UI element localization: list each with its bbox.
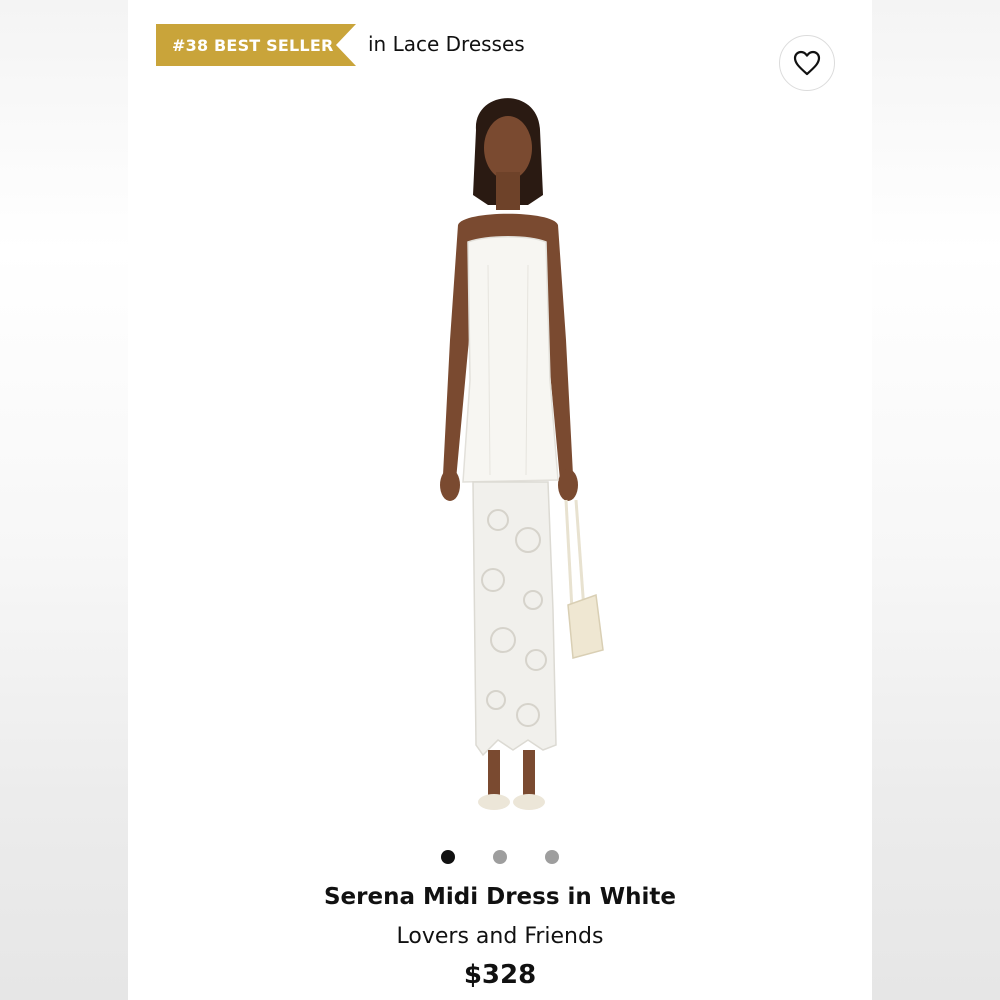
image-carousel-dots bbox=[128, 850, 872, 864]
left-blurred-margin bbox=[0, 0, 128, 1000]
wishlist-button[interactable] bbox=[779, 35, 835, 91]
model-shoes bbox=[478, 794, 510, 810]
right-blurred-margin bbox=[872, 0, 1000, 1000]
dress-lace-skirt bbox=[472, 481, 557, 757]
product-brand[interactable]: Lovers and Friends bbox=[128, 924, 872, 949]
model-face bbox=[484, 116, 532, 180]
product-card: #38 BEST SELLER in Lace Dresses Serena M… bbox=[128, 0, 872, 1000]
product-image[interactable] bbox=[378, 90, 638, 835]
heart-icon bbox=[793, 50, 821, 76]
handbag bbox=[564, 499, 574, 611]
best-seller-badge: #38 BEST SELLER bbox=[156, 24, 356, 66]
carousel-dot-2[interactable] bbox=[493, 850, 507, 864]
carousel-dot-3[interactable] bbox=[545, 850, 559, 864]
carousel-dot-1[interactable] bbox=[441, 850, 455, 864]
best-seller-category[interactable]: in Lace Dresses bbox=[368, 32, 525, 56]
product-title[interactable]: Serena Midi Dress in White bbox=[128, 884, 872, 910]
dress-bodice bbox=[462, 236, 559, 483]
product-price: $328 bbox=[463, 960, 537, 990]
